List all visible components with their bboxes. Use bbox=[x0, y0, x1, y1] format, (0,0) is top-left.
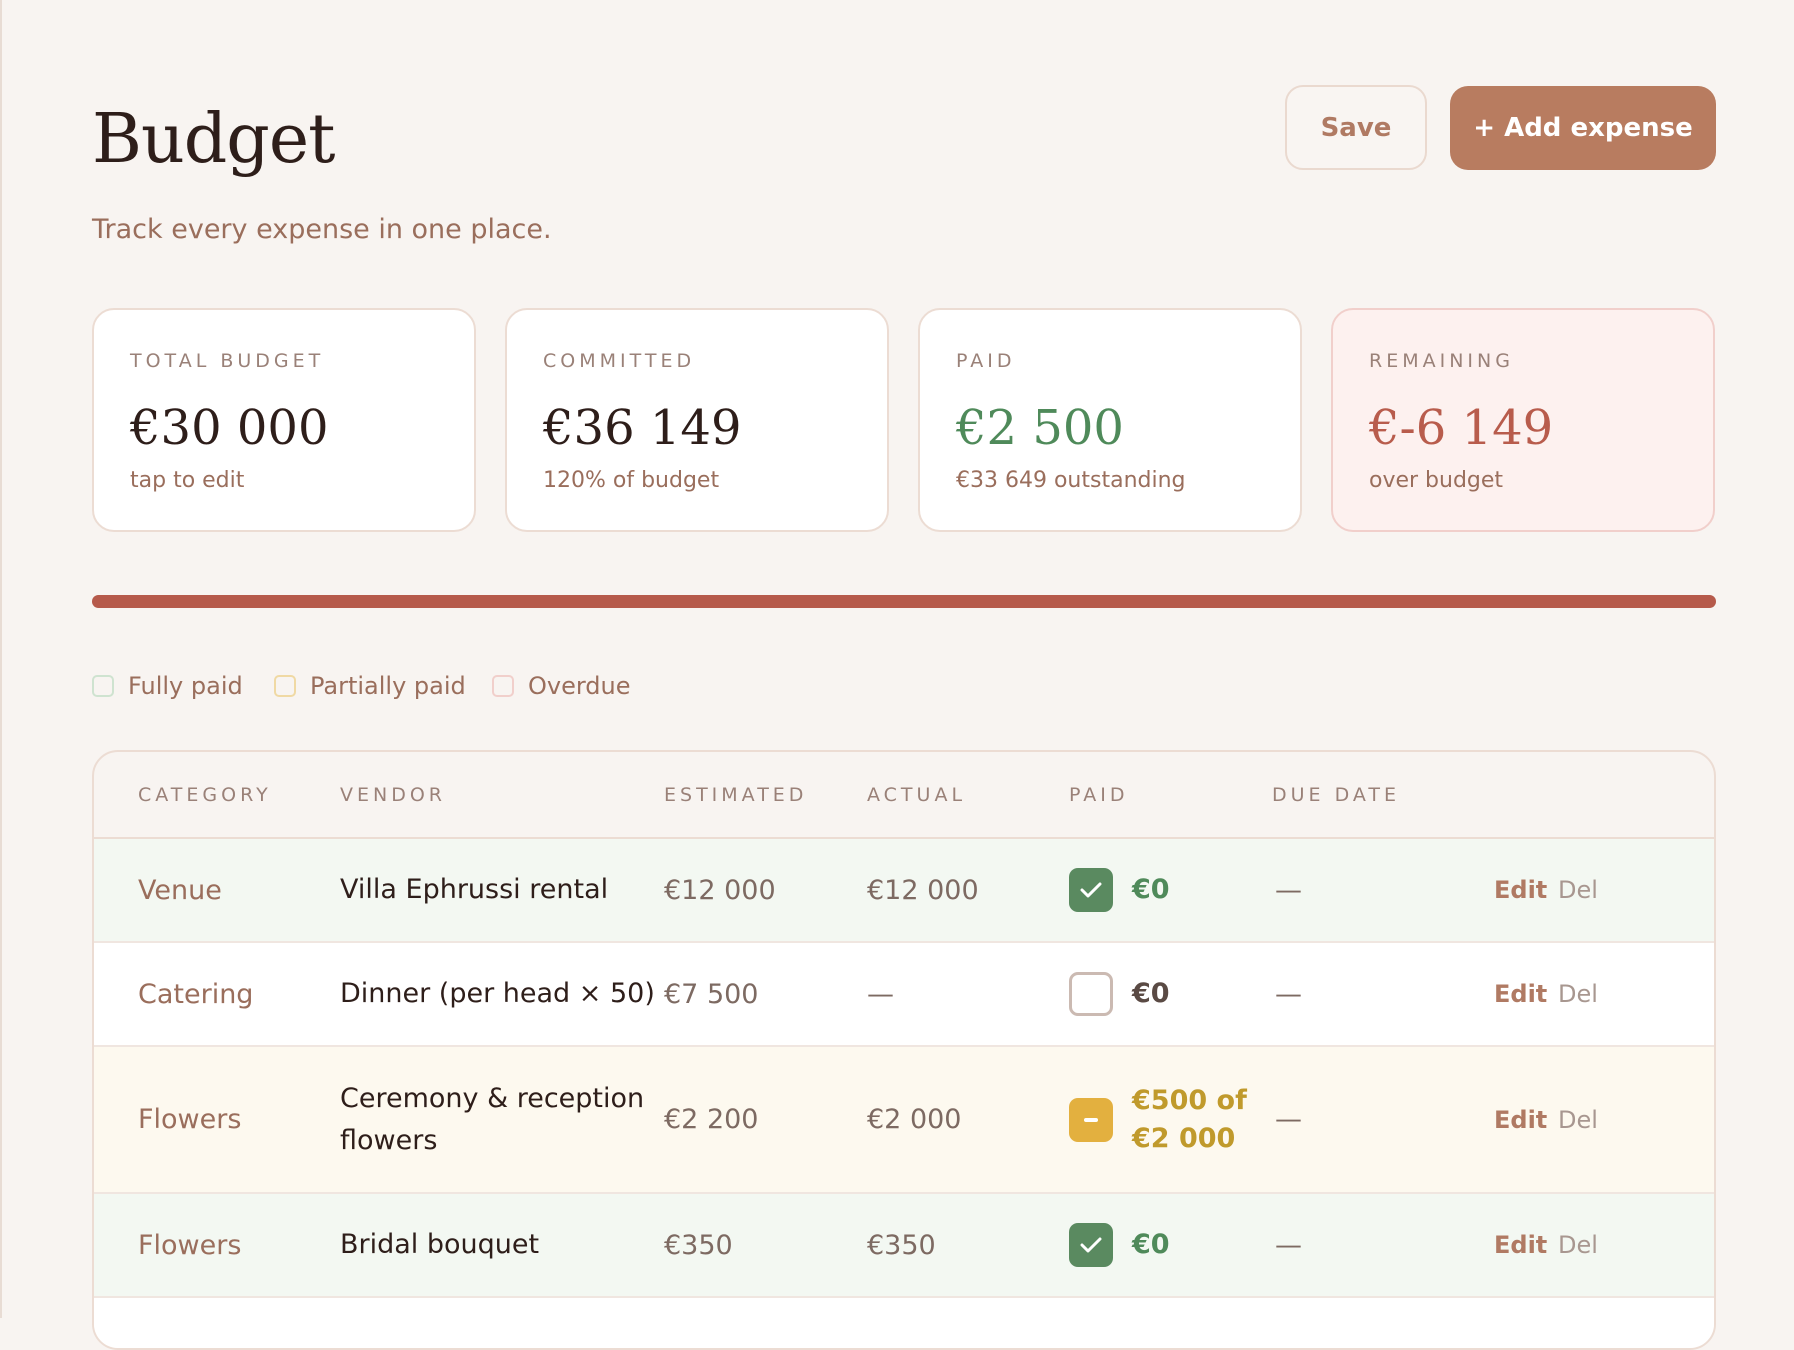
legend-fully-paid: Fully paid bbox=[92, 672, 243, 700]
add-expense-button[interactable]: + Add expense bbox=[1450, 86, 1716, 170]
legend-swatch bbox=[92, 675, 114, 697]
row-vendor: Ceremony & reception flowers bbox=[340, 1082, 645, 1156]
minus-icon bbox=[1084, 1117, 1098, 1122]
col-header-vendor: VENDOR bbox=[340, 784, 447, 806]
row-vendor: Dinner (per head × 50) bbox=[340, 978, 655, 1009]
summary-note: 120% of budget bbox=[543, 468, 720, 493]
row-paid-toggle[interactable] bbox=[1069, 1047, 1113, 1192]
paid-checkbox[interactable] bbox=[1069, 972, 1113, 1016]
summary-value: €-6 149 bbox=[1369, 400, 1554, 456]
col-header-due-date: DUE DATE bbox=[1272, 784, 1401, 806]
edit-button[interactable]: Edit bbox=[1494, 1047, 1547, 1192]
legend-swatch bbox=[274, 675, 296, 697]
budget-progress-fill bbox=[92, 595, 1716, 608]
summary-label: PAID bbox=[956, 350, 1016, 372]
summary-note: tap to edit bbox=[130, 468, 245, 493]
col-header-category: CATEGORY bbox=[138, 784, 272, 806]
table-row: Catering Dinner (per head × 50) €7 500 —… bbox=[94, 943, 1714, 1047]
legend-partially-paid: Partially paid bbox=[274, 672, 466, 700]
row-due-date: — bbox=[1275, 1104, 1302, 1135]
paid-checkbox[interactable] bbox=[1069, 1223, 1113, 1267]
row-paid-toggle[interactable] bbox=[1069, 1194, 1113, 1296]
col-header-actual: ACTUAL bbox=[867, 784, 967, 806]
legend-label: Partially paid bbox=[310, 672, 466, 700]
table-row: Flowers Ceremony & reception flowers €2 … bbox=[94, 1047, 1714, 1194]
row-estimated: €350 bbox=[664, 1229, 733, 1261]
delete-button[interactable]: Del bbox=[1558, 1194, 1598, 1296]
row-paid-amount: €0 bbox=[1132, 978, 1170, 1009]
budget-progress-bar bbox=[92, 595, 1716, 608]
row-vendor: Villa Ephrussi rental bbox=[340, 874, 609, 905]
summary-label: TOTAL BUDGET bbox=[130, 350, 325, 372]
legend-swatch bbox=[492, 675, 514, 697]
delete-button[interactable]: Del bbox=[1558, 1047, 1598, 1192]
row-vendor: Bridal bouquet bbox=[340, 1229, 540, 1260]
row-actual: €350 bbox=[867, 1229, 936, 1261]
row-actual: €2 000 bbox=[867, 1104, 962, 1135]
edit-button[interactable]: Edit bbox=[1494, 839, 1547, 941]
row-paid-toggle[interactable] bbox=[1069, 943, 1113, 1045]
row-due-date: — bbox=[1275, 1229, 1302, 1261]
summary-card-paid: PAID €2 500 €33 649 outstanding bbox=[918, 308, 1302, 532]
row-paid-amount: €0 bbox=[1132, 1229, 1170, 1260]
legend-label: Fully paid bbox=[128, 672, 243, 700]
row-category: Flowers bbox=[138, 1229, 242, 1261]
summary-note: €33 649 outstanding bbox=[956, 468, 1186, 493]
row-paid-toggle[interactable] bbox=[1069, 839, 1113, 941]
save-button[interactable]: Save bbox=[1285, 85, 1427, 170]
row-category: Catering bbox=[138, 978, 254, 1010]
page-title: Budget bbox=[92, 100, 335, 179]
row-estimated: €2 200 bbox=[664, 1104, 759, 1135]
summary-card-remaining: REMAINING €-6 149 over budget bbox=[1331, 308, 1715, 532]
expense-table: CATEGORY VENDOR ESTIMATED ACTUAL PAID DU… bbox=[92, 750, 1716, 1350]
delete-button[interactable]: Del bbox=[1558, 943, 1598, 1045]
check-icon bbox=[1080, 1237, 1102, 1253]
table-header: CATEGORY VENDOR ESTIMATED ACTUAL PAID DU… bbox=[94, 752, 1714, 839]
edit-button[interactable]: Edit bbox=[1494, 1194, 1547, 1296]
summary-value: €2 500 bbox=[956, 400, 1124, 456]
edit-button[interactable]: Edit bbox=[1494, 943, 1547, 1045]
legend-label: Overdue bbox=[528, 672, 631, 700]
col-header-paid: PAID bbox=[1069, 784, 1129, 806]
summary-value: €30 000 bbox=[130, 400, 329, 456]
row-estimated: €12 000 bbox=[664, 874, 776, 906]
row-due-date: — bbox=[1275, 874, 1302, 906]
check-icon bbox=[1080, 882, 1102, 898]
row-category: Venue bbox=[138, 874, 222, 906]
summary-label: REMAINING bbox=[1369, 350, 1514, 372]
page-subtitle: Track every expense in one place. bbox=[92, 214, 552, 245]
row-actual: €12 000 bbox=[867, 874, 979, 906]
summary-card-committed: COMMITTED €36 149 120% of budget bbox=[505, 308, 889, 532]
table-row: Venue Villa Ephrussi rental €12 000 €12 … bbox=[94, 839, 1714, 943]
row-due-date: — bbox=[1275, 978, 1302, 1010]
table-row: Flowers Bridal bouquet €350 €350 €0 — Ed… bbox=[94, 1194, 1714, 1298]
page-header: Budget bbox=[92, 100, 335, 179]
table-row bbox=[94, 1298, 1714, 1348]
summary-card-total[interactable]: TOTAL BUDGET €30 000 tap to edit bbox=[92, 308, 476, 532]
delete-button[interactable]: Del bbox=[1558, 839, 1598, 941]
row-paid-amount: €500 of €2 000 bbox=[1132, 1084, 1247, 1154]
row-category: Flowers bbox=[138, 1104, 242, 1135]
col-header-estimated: ESTIMATED bbox=[664, 784, 808, 806]
paid-checkbox[interactable] bbox=[1069, 868, 1113, 912]
row-actual: — bbox=[867, 978, 894, 1010]
summary-note: over budget bbox=[1369, 468, 1504, 493]
row-paid-amount: €0 bbox=[1132, 874, 1170, 905]
legend-overdue: Overdue bbox=[492, 672, 631, 700]
row-estimated: €7 500 bbox=[664, 978, 759, 1010]
summary-value: €36 149 bbox=[543, 400, 742, 456]
summary-label: COMMITTED bbox=[543, 350, 696, 372]
paid-checkbox[interactable] bbox=[1069, 1097, 1113, 1142]
